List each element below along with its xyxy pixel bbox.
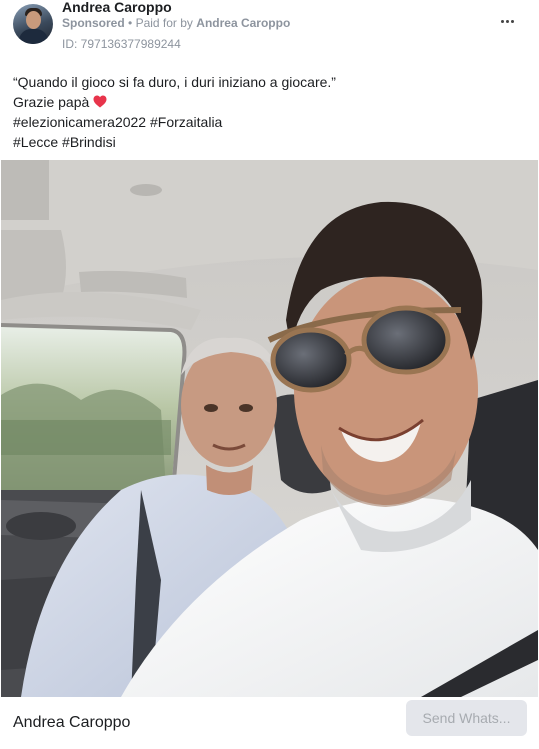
ad-card: Andrea Caroppo Sponsored • Paid for by A… (0, 0, 539, 749)
avatar[interactable] (13, 4, 53, 44)
quote-line: “Quando il gioco si fa duro, i duri iniz… (13, 74, 336, 90)
car-selfie-image (1, 160, 538, 697)
sponsored-label: Sponsored (62, 16, 125, 30)
ad-id: ID: 797136377989244 (62, 37, 181, 51)
footer-page-name[interactable]: Andrea Caroppo (13, 714, 130, 732)
ad-footer: Andrea Caroppo Send Whats... (0, 697, 539, 749)
red-heart-icon (93, 95, 107, 108)
post-text: “Quando il gioco si fa duro, i duri iniz… (13, 72, 528, 152)
send-whatsapp-button[interactable]: Send Whats... (406, 700, 527, 736)
more-options-icon[interactable] (496, 13, 518, 29)
location-hashtags-line[interactable]: #Lecce #Brindisi (13, 132, 528, 152)
separator-dot: • (128, 16, 136, 30)
sponsor-line: Sponsored • Paid for by Andrea Caroppo (62, 16, 290, 31)
paid-for-prefix: Paid for by (135, 16, 193, 30)
ad-photo[interactable] (1, 160, 538, 697)
ad-header: Andrea Caroppo Sponsored • Paid for by A… (0, 0, 539, 62)
payer-name: Andrea Caroppo (196, 16, 291, 30)
hashtags-line[interactable]: #elezionicamera2022 #Forzaitalia (13, 112, 528, 132)
thanks-line: Grazie papà (13, 92, 528, 112)
author-name[interactable]: Andrea Caroppo (62, 0, 172, 15)
